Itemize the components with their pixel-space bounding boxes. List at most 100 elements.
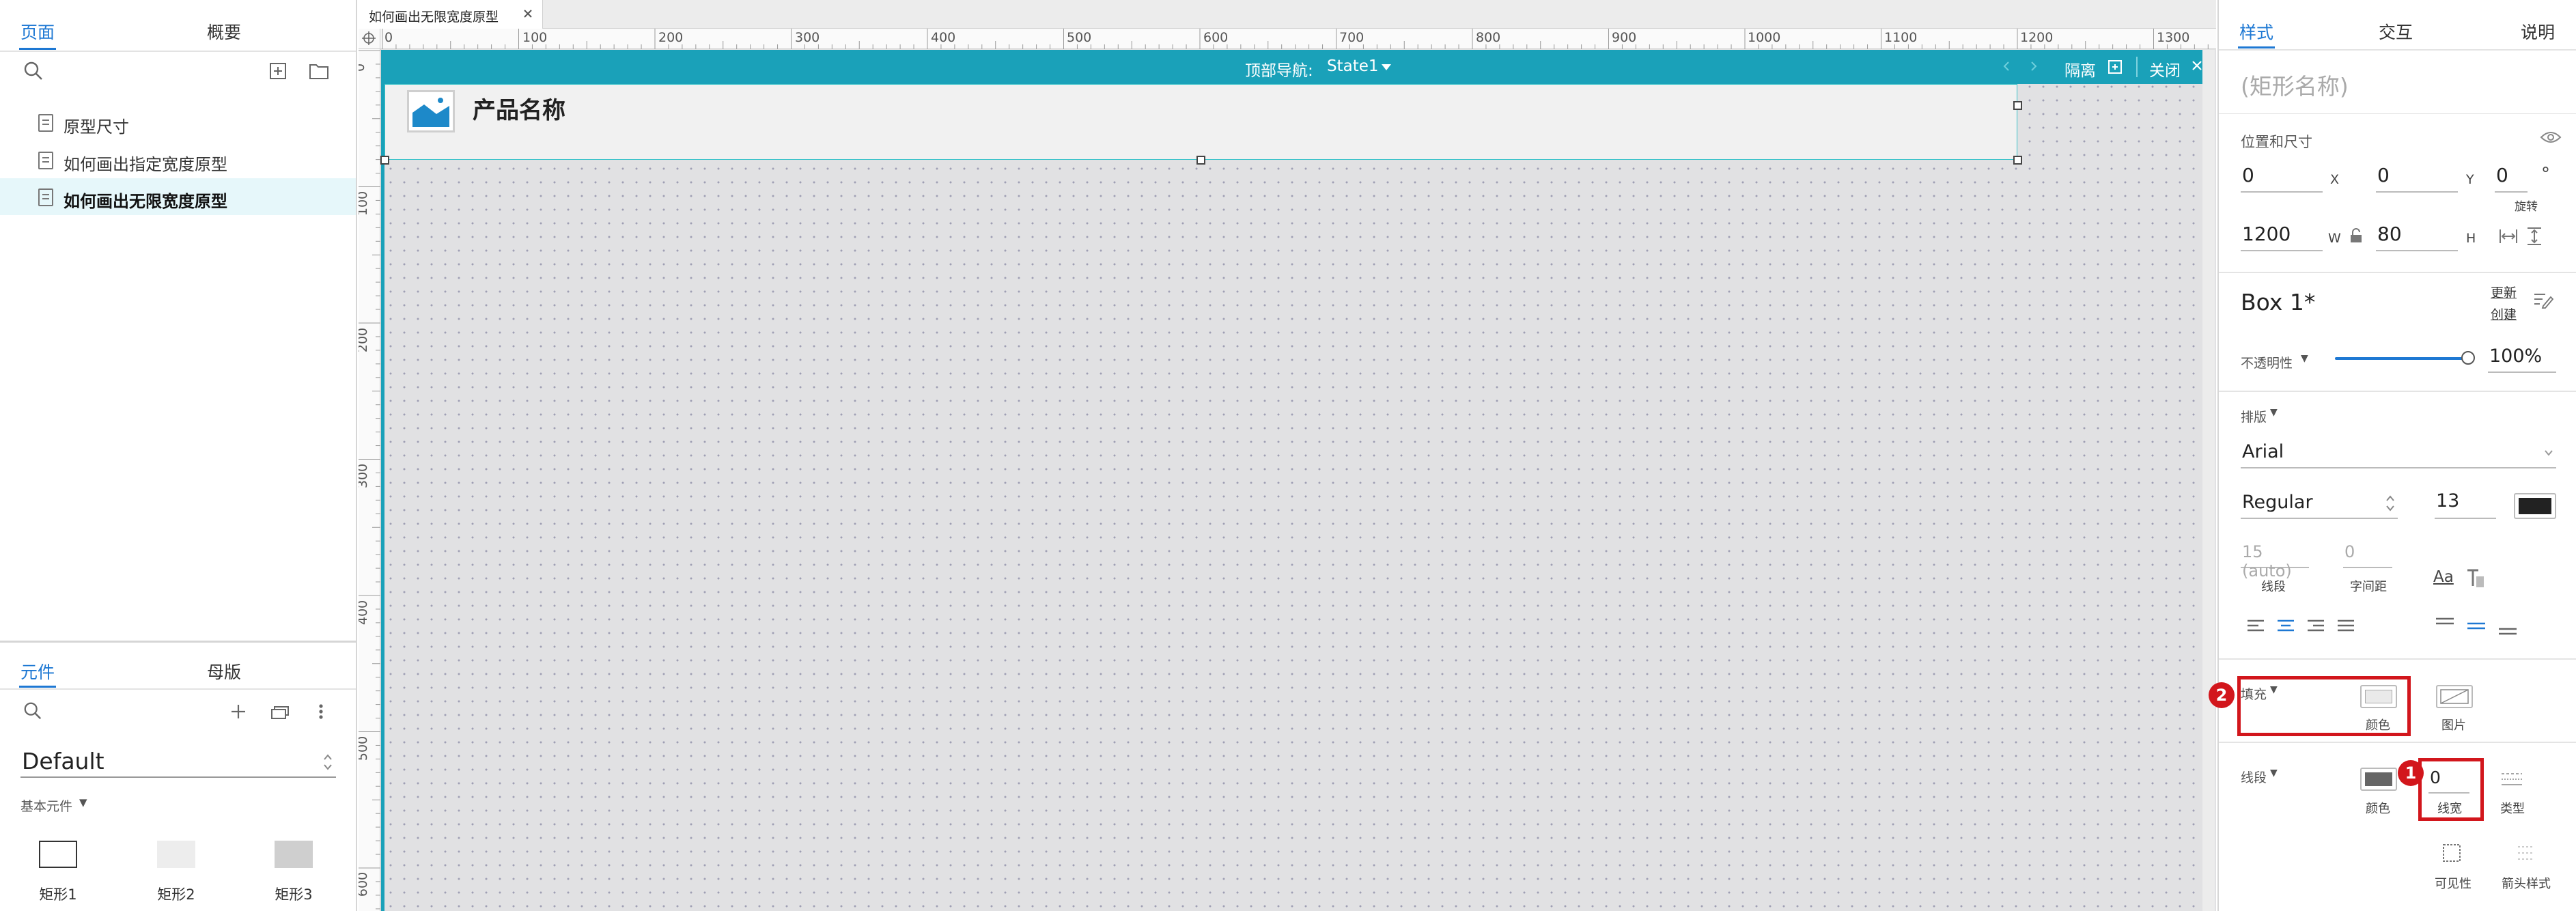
style-name[interactable]: Box 1*: [2241, 289, 2315, 316]
char-spacing-input[interactable]: 0: [2343, 542, 2392, 568]
font-color-swatch[interactable]: [2514, 493, 2556, 519]
library-select[interactable]: Default: [20, 746, 336, 778]
y-label: Y: [2466, 172, 2474, 187]
border-type-icon[interactable]: [2500, 770, 2523, 787]
add-library-icon[interactable]: [229, 703, 247, 720]
valign-middle-icon[interactable]: [2466, 616, 2487, 636]
create-style-link[interactable]: 创建: [2491, 305, 2517, 323]
rectangle-widget-1[interactable]: [39, 841, 77, 868]
search-icon[interactable]: [23, 701, 43, 721]
next-state-icon[interactable]: [2030, 61, 2037, 72]
tab-notes[interactable]: 说明: [2521, 19, 2555, 44]
valign-top-icon[interactable]: [2435, 616, 2455, 636]
page-item-fixed-width[interactable]: 如何画出指定宽度原型: [0, 141, 356, 178]
page-item-size[interactable]: 原型尺寸: [0, 104, 356, 141]
resize-handle[interactable]: [380, 156, 389, 165]
tab-interaction[interactable]: 交互: [2379, 19, 2413, 44]
divider: [2219, 391, 2576, 392]
more-options-icon[interactable]: [318, 703, 324, 720]
tab-style[interactable]: 样式: [2239, 19, 2273, 44]
typography-label[interactable]: 排版: [2241, 407, 2267, 425]
font-weight-select[interactable]: Regular: [2241, 490, 2398, 519]
align-center-icon[interactable]: [2276, 619, 2295, 634]
rectangle-widget-2[interactable]: [157, 841, 195, 868]
valign-bottom-icon[interactable]: [2497, 616, 2518, 636]
edit-style-icon[interactable]: [2533, 291, 2553, 309]
isolate-button[interactable]: 隔离: [2064, 57, 2096, 81]
header-rectangle[interactable]: 产品名称: [384, 84, 2017, 160]
text-case-icon[interactable]: Aa: [2433, 568, 2454, 586]
fit-width-icon[interactable]: [2499, 228, 2518, 244]
close-icon[interactable]: [2191, 59, 2203, 72]
tab-masters[interactable]: 母版: [207, 659, 241, 684]
rectangle-widget-3[interactable]: [275, 841, 313, 868]
fit-height-icon[interactable]: [2526, 227, 2543, 246]
page-item-infinite-width[interactable]: 如何画出无限宽度原型: [0, 178, 356, 215]
vertical-ruler[interactable]: 0 100 200 300 400 500 600: [359, 49, 380, 911]
design-canvas[interactable]: [381, 50, 2216, 911]
divider: [2219, 742, 2576, 743]
height-input[interactable]: 80: [2376, 223, 2458, 251]
caret-down-icon: ▼: [2270, 768, 2278, 779]
tab-widgets[interactable]: 元件: [20, 659, 55, 684]
product-name[interactable]: 产品名称: [473, 92, 565, 125]
update-style-link[interactable]: 更新: [2491, 283, 2517, 301]
text-style-icon[interactable]: [2466, 568, 2485, 589]
opacity-label[interactable]: 不透明性: [2241, 353, 2293, 372]
page-icon: [38, 188, 53, 206]
document-tab[interactable]: 如何画出无限宽度原型: [359, 0, 543, 29]
caret-down-icon: ▼: [2270, 407, 2278, 418]
tab-pages[interactable]: 页面: [20, 19, 55, 44]
align-justify-icon[interactable]: [2336, 619, 2355, 634]
state-dropdown[interactable]: State1: [1327, 57, 1379, 75]
line-spacing-input[interactable]: 15 (auto): [2241, 542, 2309, 580]
font-family-value: Arial: [2242, 441, 2284, 462]
horizontal-ruler[interactable]: 0 100 200 300 400 500 600 700 800 900 10…: [380, 29, 2216, 49]
lock-icon[interactable]: [2350, 228, 2362, 243]
tab-outline[interactable]: 概要: [207, 19, 241, 44]
isolate-icon[interactable]: [2108, 59, 2123, 74]
opacity-slider-knob[interactable]: [2461, 351, 2475, 365]
add-folder-icon[interactable]: [309, 62, 329, 80]
search-icon[interactable]: [23, 60, 44, 82]
vertical-scrollbar[interactable]: [2202, 50, 2215, 911]
prev-state-icon[interactable]: [2003, 61, 2010, 72]
widget-name-input[interactable]: (矩形名称): [2241, 68, 2349, 101]
eye-icon[interactable]: [2540, 130, 2562, 145]
close-button[interactable]: 关闭: [2149, 57, 2181, 81]
border-visibility-icon[interactable]: [2441, 843, 2462, 863]
align-left-icon[interactable]: [2246, 619, 2265, 634]
page-label: 原型尺寸: [64, 117, 129, 137]
width-input[interactable]: 1200: [2241, 223, 2323, 251]
ruler-corner[interactable]: [359, 29, 380, 49]
category-label[interactable]: 基本元件: [20, 796, 72, 815]
ruler-label: 200: [658, 30, 684, 45]
y-input[interactable]: 0: [2376, 164, 2458, 193]
x-input[interactable]: 0: [2241, 164, 2323, 193]
arrow-style-icon[interactable]: [2515, 843, 2536, 863]
panel-divider: [0, 641, 356, 643]
add-page-icon[interactable]: [269, 62, 287, 80]
inspector-panel: 样式 交互 说明 (矩形名称) 位置和尺寸 0 X 0 Y 0 ° 旋转 120…: [2209, 0, 2576, 911]
library-stack-icon[interactable]: [270, 703, 292, 720]
close-tab-icon[interactable]: [522, 8, 533, 19]
opacity-slider[interactable]: [2335, 357, 2472, 360]
border-color-swatch[interactable]: [2360, 768, 2397, 791]
w-label: W: [2328, 231, 2341, 246]
caret-down-icon[interactable]: [1382, 64, 1391, 70]
rotation-input[interactable]: 0: [2495, 164, 2528, 193]
border-label[interactable]: 线段: [2241, 768, 2267, 786]
fill-image-swatch[interactable]: [2436, 685, 2473, 708]
font-size-input[interactable]: 13: [2435, 490, 2496, 519]
resize-handle[interactable]: [1196, 156, 1205, 165]
resize-handle[interactable]: [2013, 156, 2022, 165]
fill-image-label: 图片: [2441, 718, 2466, 733]
select-arrows-icon: [322, 752, 333, 772]
logo-image-icon: [407, 90, 455, 132]
align-right-icon[interactable]: [2306, 619, 2325, 634]
ruler-label: 0: [359, 64, 367, 72]
font-family-select[interactable]: Arial: [2241, 440, 2556, 468]
opacity-input[interactable]: 100%: [2488, 346, 2556, 373]
ruler-label: 600: [1203, 30, 1229, 45]
resize-handle[interactable]: [2013, 101, 2022, 110]
